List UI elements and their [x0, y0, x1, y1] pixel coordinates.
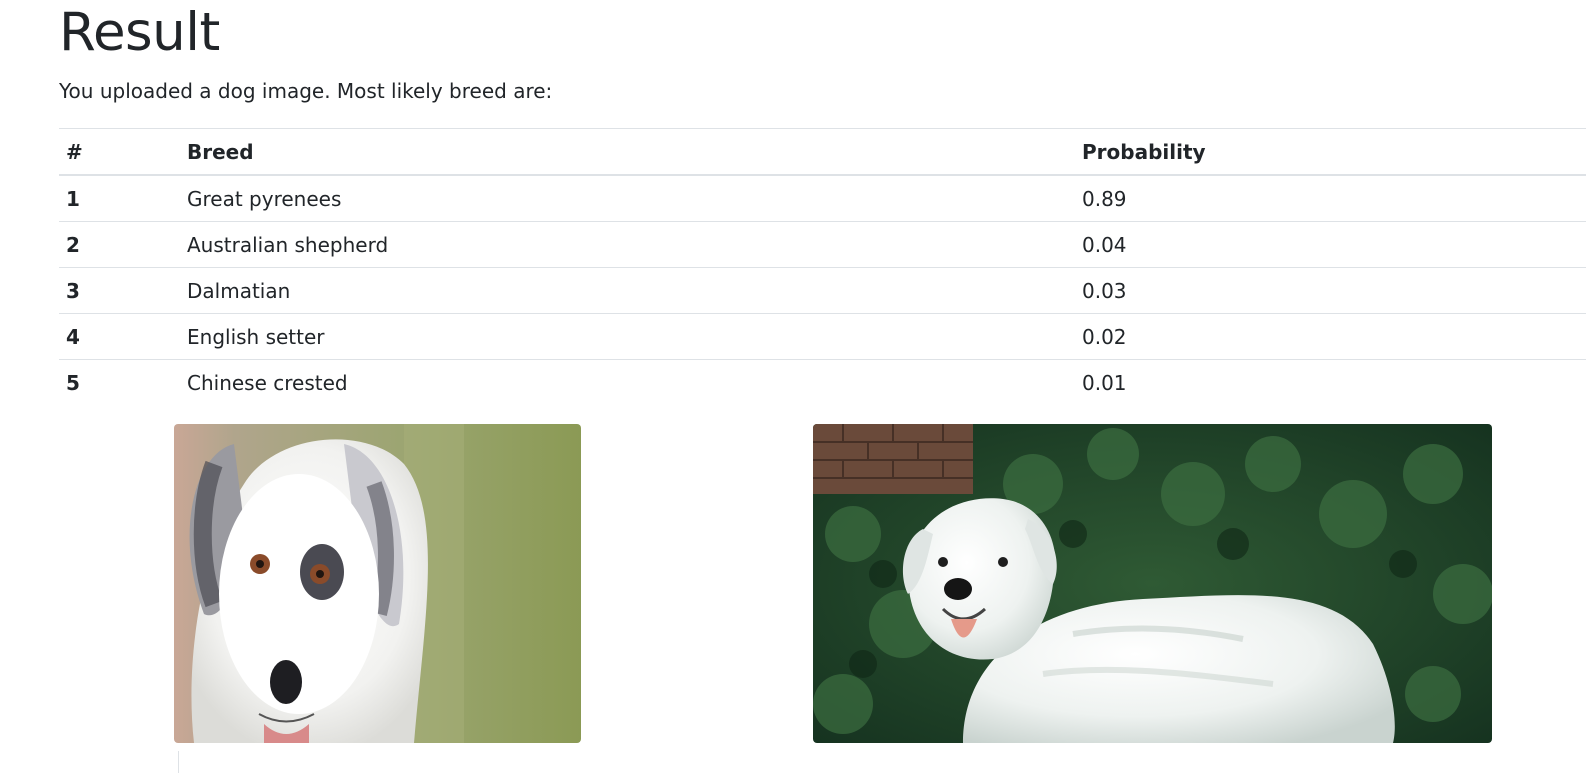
probability-column-header: Probability — [1075, 128, 1586, 176]
uploaded-dog-image — [174, 424, 581, 743]
probability-cell: 0.03 — [1075, 267, 1586, 314]
rank-cell: 3 — [59, 267, 180, 314]
breed-cell: Chinese crested — [180, 359, 1075, 405]
rank-cell: 1 — [59, 174, 180, 222]
image-comparison — [0, 424, 1586, 773]
table-row: 3 Dalmatian 0.03 — [59, 267, 1586, 314]
table-body: 1 Great pyrenees 0.89 2 Australian sheph… — [59, 174, 1586, 405]
probability-cell: 0.89 — [1075, 174, 1586, 222]
rank-cell: 4 — [59, 313, 180, 360]
breed-cell: English setter — [180, 313, 1075, 360]
page-title: Result — [59, 2, 220, 63]
great-pyrenees-reference-photo — [813, 424, 1492, 743]
divider — [178, 751, 179, 773]
reference-breed-image — [813, 424, 1492, 743]
table-row: 1 Great pyrenees 0.89 — [59, 174, 1586, 222]
rank-column-header: # — [59, 128, 180, 176]
breed-cell: Great pyrenees — [180, 174, 1075, 222]
uploaded-dog-photo — [174, 424, 581, 743]
probability-cell: 0.02 — [1075, 313, 1586, 360]
breed-cell: Australian shepherd — [180, 221, 1075, 268]
table-header-row: # Breed Probability — [59, 128, 1586, 176]
breed-cell: Dalmatian — [180, 267, 1075, 314]
rank-cell: 5 — [59, 359, 180, 405]
result-description: You uploaded a dog image. Most likely br… — [59, 79, 553, 103]
table-row: 5 Chinese crested 0.01 — [59, 359, 1586, 405]
rank-cell: 2 — [59, 221, 180, 268]
breed-column-header: Breed — [180, 128, 1075, 176]
table-row: 2 Australian shepherd 0.04 — [59, 221, 1586, 268]
table-header: # Breed Probability — [59, 128, 1586, 176]
table-row: 4 English setter 0.02 — [59, 313, 1586, 360]
probability-cell: 0.01 — [1075, 359, 1586, 405]
breed-results-table: # Breed Probability 1 Great pyrenees 0.8… — [59, 128, 1586, 405]
probability-cell: 0.04 — [1075, 221, 1586, 268]
result-page: Result You uploaded a dog image. Most li… — [0, 0, 1586, 773]
